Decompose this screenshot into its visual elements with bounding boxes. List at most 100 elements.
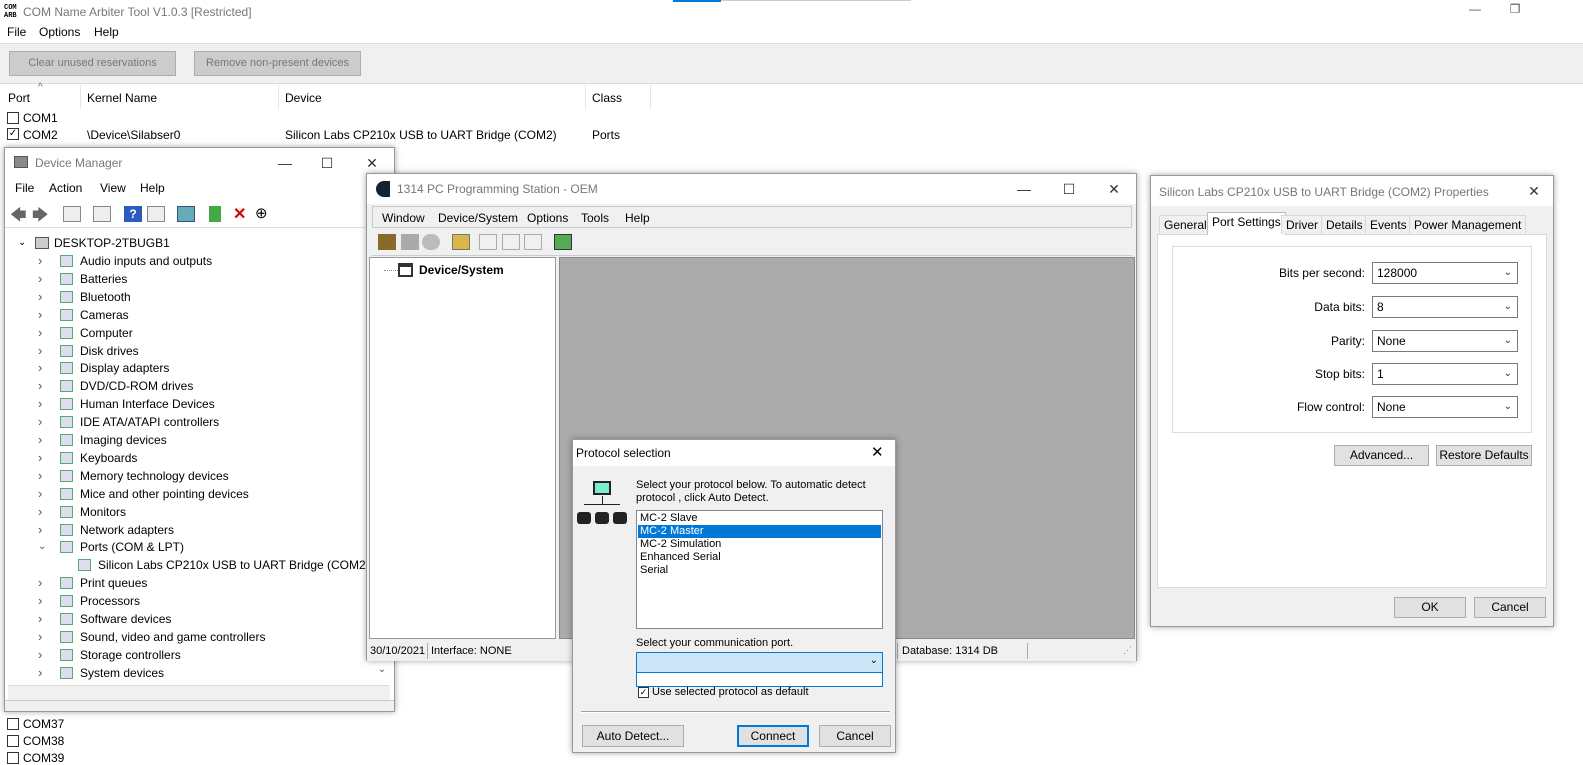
tab-general[interactable]: General <box>1159 215 1212 234</box>
uninstall-icon[interactable]: ✕ <box>233 204 246 224</box>
tree-item[interactable]: › Computer <box>8 324 378 342</box>
chevron-right-icon[interactable]: › <box>38 485 42 503</box>
protocol-option[interactable]: MC-2 Master <box>638 525 881 538</box>
menu-help[interactable]: Help <box>140 181 165 195</box>
protocol-option[interactable]: MC-2 Simulation <box>638 538 881 551</box>
close-icon[interactable]: ✕ <box>1517 179 1551 203</box>
chevron-right-icon[interactable]: › <box>38 288 42 306</box>
minimize-icon[interactable]: — <box>1002 177 1046 201</box>
maximize-icon[interactable]: ☐ <box>1047 177 1091 201</box>
protocol-option[interactable]: Serial <box>638 564 881 577</box>
chevron-right-icon[interactable]: › <box>38 359 42 377</box>
tree-item[interactable]: › System devices <box>8 664 378 682</box>
tree-item[interactable]: › Human Interface Devices <box>8 395 378 413</box>
program-icon[interactable] <box>378 234 396 250</box>
view-icon[interactable] <box>147 206 165 222</box>
tree-item[interactable]: › Display adapters <box>8 359 378 377</box>
col-class[interactable]: Class <box>592 91 622 105</box>
chevron-right-icon[interactable]: › <box>38 377 42 395</box>
chevron-right-icon[interactable]: › <box>38 342 42 360</box>
tree-item[interactable]: › DVD/CD-ROM drives <box>8 377 378 395</box>
tree-device-system[interactable]: Device/System <box>419 263 504 277</box>
chevron-right-icon[interactable]: › <box>38 306 42 324</box>
tree-item[interactable]: › Keyboards <box>8 449 378 467</box>
menu-window[interactable]: Window <box>382 211 425 225</box>
bits-per-second-select[interactable]: 128000 ⌄ <box>1372 262 1518 284</box>
connect-button[interactable]: Connect <box>737 725 809 747</box>
chevron-right-icon[interactable]: › <box>38 395 42 413</box>
tree-item[interactable]: › Storage controllers <box>8 646 378 664</box>
menu-action[interactable]: Action <box>49 181 82 195</box>
tree-item[interactable]: Silicon Labs CP210x USB to UART Bridge (… <box>8 556 378 574</box>
menu-help[interactable]: Help <box>94 25 119 39</box>
chevron-right-icon[interactable]: › <box>38 610 42 628</box>
exit-icon[interactable] <box>554 234 572 250</box>
table-row[interactable]: COM38 <box>0 733 300 750</box>
tree-item[interactable]: › Imaging devices <box>8 431 378 449</box>
menu-help[interactable]: Help <box>625 211 650 225</box>
close-icon[interactable]: ✕ <box>871 443 884 461</box>
restore-icon[interactable]: ❐ <box>1505 2 1525 22</box>
advanced-button[interactable]: Advanced... <box>1334 445 1429 466</box>
chevron-right-icon[interactable]: › <box>38 574 42 592</box>
tree-item[interactable]: › Disk drives <box>8 342 378 360</box>
table-row[interactable]: ✓ COM2 \Device\Silabser0 Silicon Labs CP… <box>0 127 700 144</box>
tree-item[interactable]: › Monitors <box>8 503 378 521</box>
menu-file[interactable]: File <box>7 25 26 39</box>
chevron-right-icon[interactable]: › <box>38 503 42 521</box>
monitor-icon[interactable] <box>177 206 195 222</box>
data-bits-select[interactable]: 8 ⌄ <box>1372 296 1518 318</box>
menu-options[interactable]: Options <box>527 211 568 225</box>
tree-item[interactable]: › IDE ATA/ATAPI controllers <box>8 413 378 431</box>
clear-unused-button[interactable]: Clear unused reservations <box>9 51 176 76</box>
tree-item[interactable]: › Mice and other pointing devices <box>8 485 378 503</box>
chevron-down-icon[interactable]: ⌄ <box>38 538 46 556</box>
chevron-right-icon[interactable]: › <box>38 324 42 342</box>
tree-root[interactable]: ⌄ DESKTOP-2TBUGB1 <box>8 234 388 252</box>
dm-hscroll[interactable] <box>8 685 390 700</box>
ok-button[interactable]: OK <box>1394 597 1466 618</box>
tree-item[interactable]: › Network adapters <box>8 521 378 539</box>
row-checkbox[interactable] <box>7 735 19 747</box>
chevron-right-icon[interactable]: › <box>38 664 42 682</box>
tree-item[interactable]: › Processors <box>8 592 378 610</box>
tree-item[interactable]: › Batteries <box>8 270 378 288</box>
tree-item[interactable]: › Print queues <box>8 574 378 592</box>
remove-nonpresent-button[interactable]: Remove non-present devices <box>194 51 361 76</box>
tab-port-settings[interactable]: Port Settings <box>1207 212 1286 235</box>
tab-power-management[interactable]: Power Management <box>1409 215 1527 234</box>
minimize-icon[interactable]: — <box>263 151 307 175</box>
cancel-button[interactable]: Cancel <box>1474 597 1546 618</box>
chevron-right-icon[interactable]: › <box>38 449 42 467</box>
maximize-icon[interactable]: ☐ <box>305 151 349 175</box>
tree-item[interactable]: ⌄ Ports (COM & LPT) <box>8 538 378 556</box>
col-device[interactable]: Device <box>285 91 322 105</box>
tile-horizontal-icon[interactable] <box>502 234 520 250</box>
chevron-right-icon[interactable]: › <box>38 592 42 610</box>
col-kernel[interactable]: Kernel Name <box>87 91 157 105</box>
protocol-option[interactable]: Enhanced Serial <box>638 551 881 564</box>
stop-bits-select[interactable]: 1 ⌄ <box>1372 363 1518 385</box>
tree-item[interactable]: › Software devices <box>8 610 378 628</box>
tab-details[interactable]: Details <box>1321 215 1368 234</box>
chevron-right-icon[interactable]: › <box>38 521 42 539</box>
tree-item[interactable]: › Bluetooth <box>8 288 378 306</box>
table-row[interactable]: COM1 <box>0 110 700 127</box>
parity-select[interactable]: None ⌄ <box>1372 330 1518 352</box>
close-icon[interactable]: ✕ <box>1092 177 1136 201</box>
protocol-list[interactable]: MC-2 Slave MC-2 Master MC-2 Simulation Enha… <box>636 510 883 629</box>
menu-device-system[interactable]: Device/System <box>438 211 518 225</box>
restore-defaults-button[interactable]: Restore Defaults <box>1436 445 1532 466</box>
cascade-icon[interactable] <box>479 234 497 250</box>
row-checkbox[interactable] <box>7 752 19 764</box>
table-row[interactable]: COM39 <box>0 750 300 765</box>
tree-item[interactable]: › Memory technology devices <box>8 467 378 485</box>
menu-options[interactable]: Options <box>39 25 80 39</box>
chevron-right-icon[interactable]: › <box>38 646 42 664</box>
col-port[interactable]: Port <box>8 91 30 105</box>
port-select[interactable]: ⌄ <box>636 652 883 673</box>
properties-icon[interactable] <box>63 206 81 222</box>
port-dropdown-list[interactable] <box>636 673 883 687</box>
menu-tools[interactable]: Tools <box>581 211 609 225</box>
chevron-right-icon[interactable]: › <box>38 431 42 449</box>
